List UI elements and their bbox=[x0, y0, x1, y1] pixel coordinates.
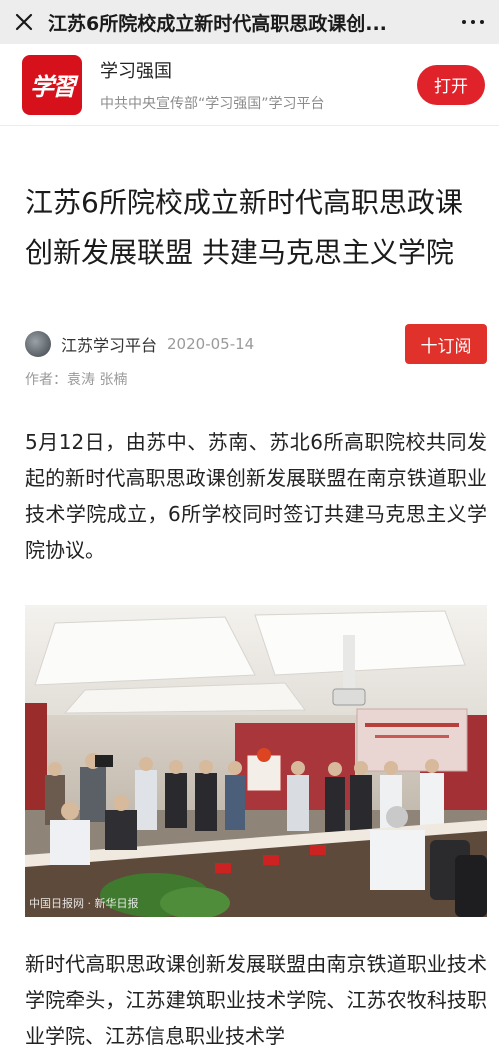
publish-date: 2020-05-14 bbox=[167, 335, 255, 353]
article-photo[interactable]: 中国日报网 · 新华日报 bbox=[25, 605, 487, 917]
more-options-icon[interactable] bbox=[447, 0, 499, 44]
app-info: 学习强国 中共中央宣传部“学习强国”学习平台 bbox=[100, 57, 417, 113]
app-name: 学习强国 bbox=[100, 60, 172, 82]
app-logo: 学習 bbox=[22, 54, 82, 115]
article-title: 江苏6所院校成立新时代高职思政课创新发展联盟 共建马克思主义学院 bbox=[25, 186, 463, 269]
photo-watermark: 中国日报网 · 新华日报 bbox=[29, 897, 139, 910]
subscribe-button[interactable]: 十订阅 bbox=[405, 324, 487, 364]
open-app-button[interactable]: 打开 bbox=[417, 64, 485, 105]
article-paragraph: 5月12日，由苏中、苏南、苏北6所高职院校共同发起的新时代高职思政课创新发展联盟… bbox=[25, 430, 487, 562]
article-authors: 作者：袁涛 张楠 bbox=[25, 372, 128, 388]
source-name[interactable]: 江苏学习平台 bbox=[61, 332, 157, 356]
app-subtitle: 中共中央宣传部“学习强国”学习平台 bbox=[100, 95, 325, 112]
source-avatar[interactable] bbox=[25, 331, 51, 357]
app-download-banner: 学習 学习强国 中共中央宣传部“学习强国”学习平台 打开 bbox=[0, 44, 499, 126]
top-nav-bar: 江苏6所院校成立新时代高职思政课创... bbox=[0, 0, 499, 44]
article-meta: 江苏学习平台 2020-05-14 十订阅 bbox=[25, 324, 487, 364]
article-paragraph: 新时代高职思政课创新发展联盟由南京铁道职业技术学院牵头，江苏建筑职业技术学院、江… bbox=[25, 952, 487, 1048]
page-title: 江苏6所院校成立新时代高职思政课创... bbox=[48, 12, 387, 35]
close-icon[interactable] bbox=[0, 0, 48, 44]
